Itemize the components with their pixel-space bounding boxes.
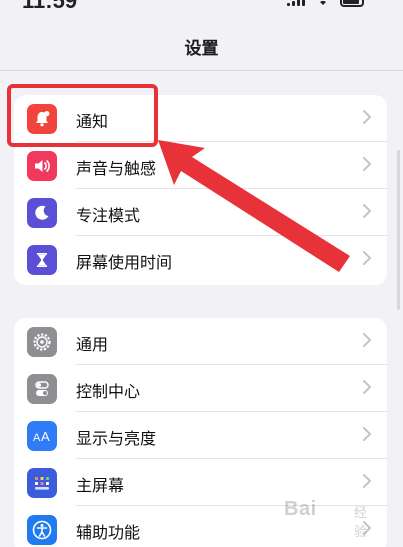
settings-group-2: 通用 控制中心 A A 显示与亮度 主屏幕 辅助功能 — [14, 318, 387, 547]
nav-divider — [0, 70, 403, 71]
settings-row-general[interactable]: 通用 — [14, 318, 387, 365]
text-size-icon: A A — [27, 421, 57, 451]
settings-row-accessibility[interactable]: 辅助功能 — [14, 506, 387, 547]
chevron-right-icon — [363, 251, 371, 265]
chevron-right-icon — [363, 157, 371, 171]
svg-text:A: A — [33, 432, 41, 444]
watermark-suffix: 经验 — [354, 505, 368, 539]
settings-row-display[interactable]: A A 显示与亮度 — [14, 412, 387, 459]
settings-row-label: 显示与亮度 — [76, 429, 157, 448]
wifi-icon — [320, 0, 326, 5]
home-grid-icon — [27, 468, 57, 498]
page-title: 设置 — [184, 39, 219, 59]
settings-row-label: 通用 — [76, 335, 109, 354]
svg-text:A: A — [41, 429, 50, 444]
settings-row-screen-time[interactable]: 屏幕使用时间 — [14, 236, 387, 283]
watermark-text: Bai — [284, 498, 317, 520]
toggle-icon — [27, 374, 57, 404]
signal-icon — [287, 0, 305, 6]
settings-row-home-screen[interactable]: 主屏幕 — [14, 459, 387, 506]
hourglass-icon — [27, 245, 57, 275]
scrollbar[interactable] — [397, 150, 400, 310]
chevron-right-icon — [363, 380, 371, 394]
moon-icon — [27, 198, 57, 228]
chevron-right-icon — [363, 474, 371, 488]
settings-row-focus[interactable]: 专注模式 — [14, 189, 387, 236]
chevron-right-icon — [363, 110, 371, 124]
gear-icon — [27, 327, 57, 357]
speaker-icon — [27, 151, 57, 181]
settings-row-label: 主屏幕 — [76, 476, 125, 495]
annotation-highlight-box — [7, 84, 158, 147]
status-bar: 11:59 — [0, 0, 403, 16]
settings-row-label: 屏幕使用时间 — [76, 253, 173, 272]
accessibility-icon — [27, 515, 57, 545]
settings-row-control-center[interactable]: 控制中心 — [14, 365, 387, 412]
chevron-right-icon — [363, 427, 371, 441]
settings-row-label: 声音与触感 — [76, 159, 157, 178]
chevron-right-icon — [363, 204, 371, 218]
settings-row-label: 专注模式 — [76, 206, 141, 225]
settings-row-label: 控制中心 — [76, 382, 141, 401]
watermark: Bai 经验 — [284, 498, 367, 539]
battery-icon — [340, 0, 364, 7]
settings-row-label: 辅助功能 — [76, 523, 141, 542]
status-time: 11:59 — [22, 0, 78, 13]
settings-row-sounds[interactable]: 声音与触感 — [14, 142, 387, 189]
chevron-right-icon — [363, 333, 371, 347]
